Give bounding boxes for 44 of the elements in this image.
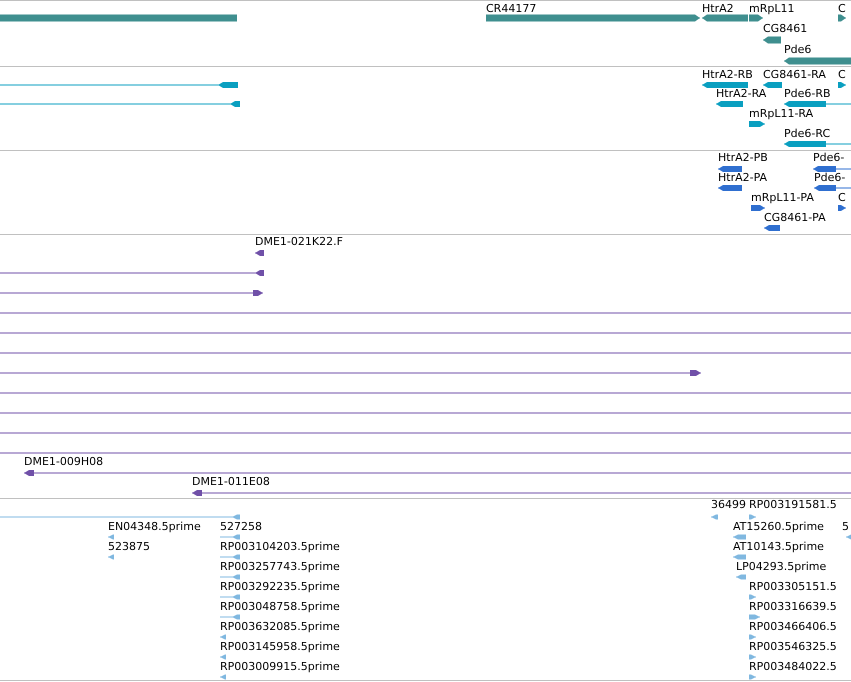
feature-label: 5 bbox=[842, 520, 849, 533]
feature-label: RP003292235.5prime bbox=[220, 580, 340, 593]
feature-label: HtrA2-RA bbox=[716, 87, 766, 100]
feature-label: CG8461-PA bbox=[764, 211, 826, 224]
feature-label: Pde6-RC bbox=[784, 127, 830, 140]
feature-label: RP003145958.5prime bbox=[220, 640, 340, 653]
feature-label: RP003009915.5prime bbox=[220, 660, 340, 673]
feature-label: RP003257743.5prime bbox=[220, 560, 340, 573]
feature-label: C bbox=[838, 2, 846, 15]
feature-label: RP003048758.5prime bbox=[220, 600, 340, 613]
feature-label: HtrA2-PB bbox=[718, 151, 768, 164]
feature-label: 523875 bbox=[108, 540, 150, 553]
feature-label: DME1-009H08 bbox=[24, 455, 104, 468]
feature-label: DME1-011E08 bbox=[192, 475, 270, 488]
feature-label: CR44177 bbox=[486, 2, 536, 15]
feature-label: 36499 bbox=[711, 498, 746, 511]
feature-label: EN04348.5prime bbox=[108, 520, 201, 533]
feature-label: mRpL11 bbox=[749, 2, 794, 15]
feature-label: HtrA2-RB bbox=[702, 68, 753, 81]
feature-label: Pde6- bbox=[813, 151, 844, 164]
feature-label: Pde6-RB bbox=[784, 87, 831, 100]
feature-label: RP003546325.5 bbox=[749, 640, 837, 653]
feature-label: Pde6 bbox=[784, 43, 812, 56]
feature-label: RP003466406.5 bbox=[749, 620, 837, 633]
feature-label: C bbox=[838, 191, 846, 204]
feature-label: HtrA2 bbox=[702, 2, 734, 15]
feature-label: RP003316639.5 bbox=[749, 600, 837, 613]
feature-label: RP003104203.5prime bbox=[220, 540, 340, 553]
feature-label: RP003484022.5 bbox=[749, 660, 837, 673]
feature-label: CG8461-RA bbox=[763, 68, 826, 81]
feature-label: LP04293.5prime bbox=[736, 560, 826, 573]
feature-label: AT15260.5prime bbox=[733, 520, 824, 533]
feature-label: AT10143.5prime bbox=[733, 540, 824, 553]
feature-label: CG8461 bbox=[763, 22, 808, 35]
feature-label: HtrA2-PA bbox=[718, 171, 768, 184]
feature-label: RP003191581.5 bbox=[749, 498, 837, 511]
feature-label: C bbox=[838, 68, 846, 81]
feature-label: mRpL11-RA bbox=[749, 107, 814, 120]
feature-label: mRpL11-PA bbox=[751, 191, 814, 204]
feature-label: RP003632085.5prime bbox=[220, 620, 340, 633]
feature-label: Pde6- bbox=[814, 171, 846, 184]
feature-label: DME1-021K22.F bbox=[255, 235, 343, 248]
feature-label: 527258 bbox=[220, 520, 262, 533]
feature-label: RP003305151.5 bbox=[749, 580, 837, 593]
